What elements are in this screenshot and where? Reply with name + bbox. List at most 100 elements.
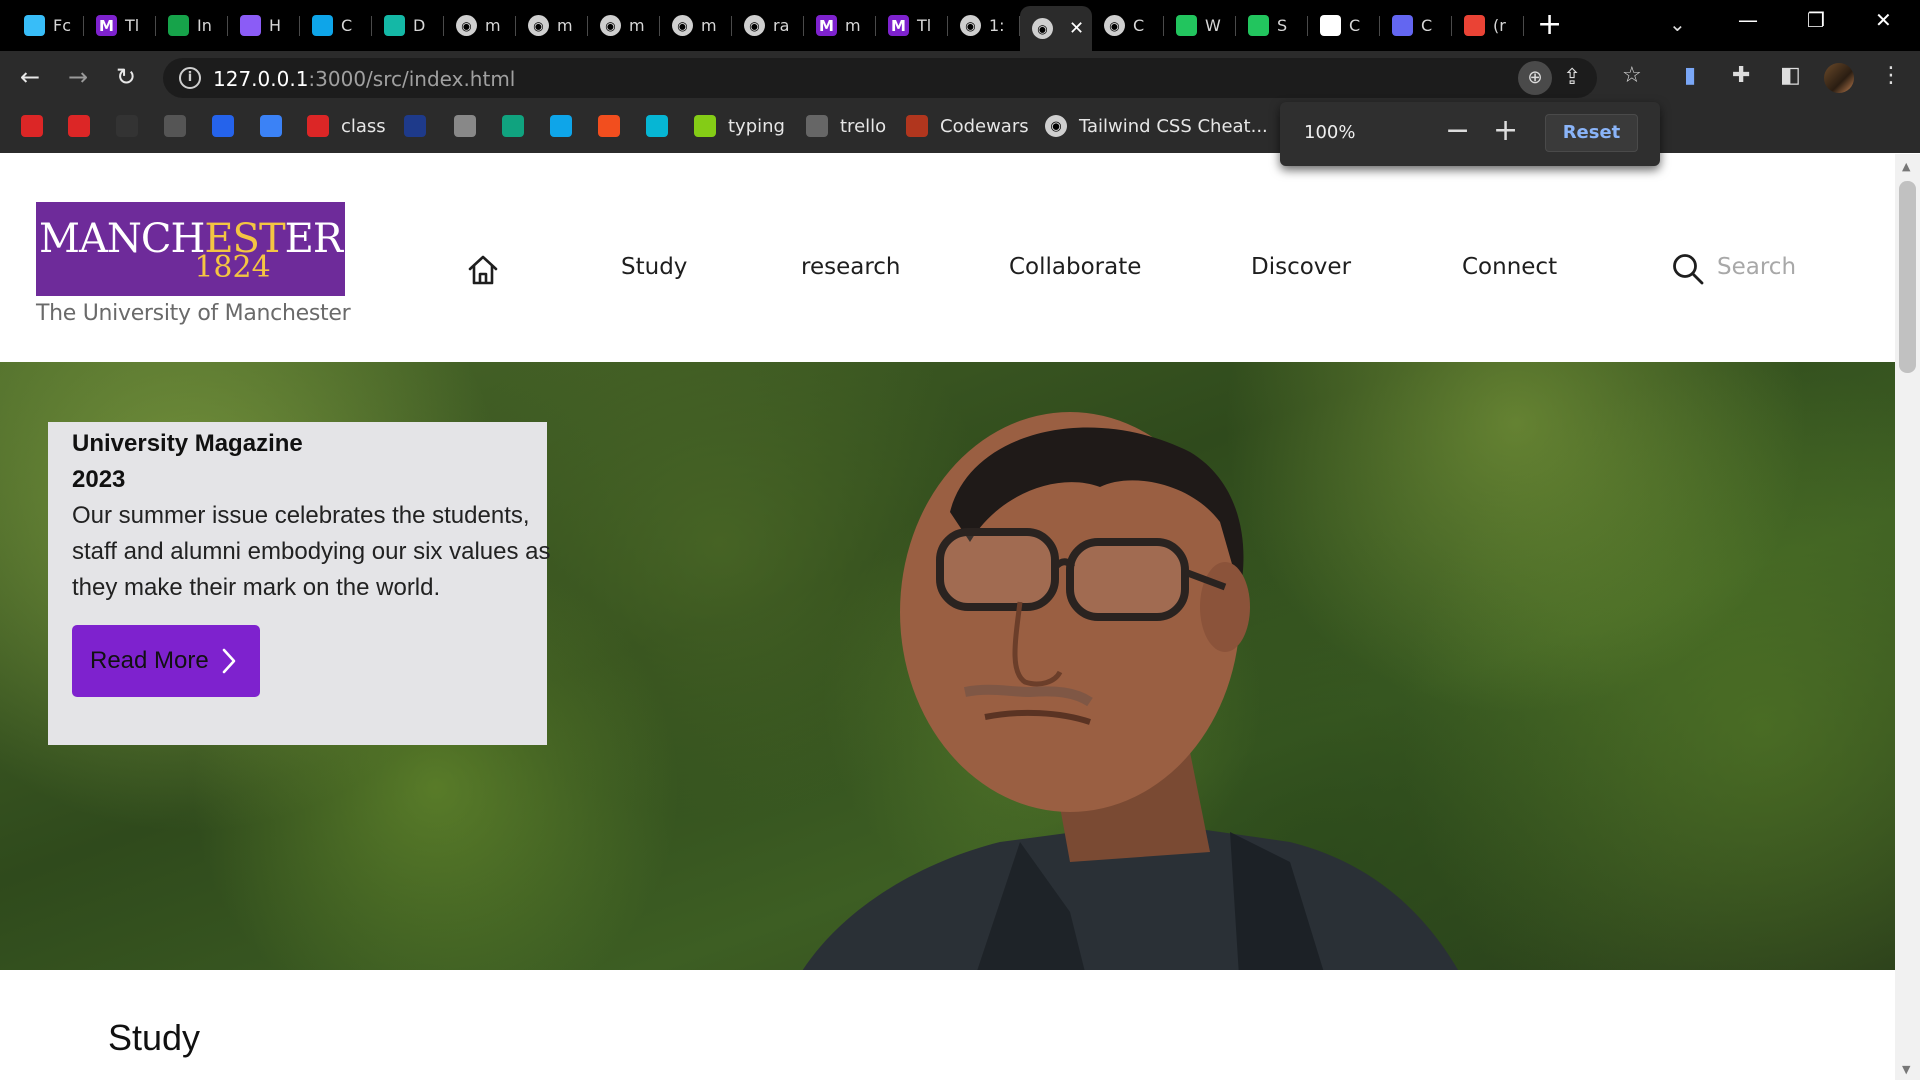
bookmark-item[interactable] <box>260 115 282 137</box>
browser-tab[interactable]: M Tl <box>84 6 156 45</box>
bookmark-item[interactable] <box>164 115 186 137</box>
tab-label: (r <box>1493 16 1506 35</box>
browser-tab[interactable]: M Tl <box>876 6 948 45</box>
typing-icon <box>694 115 716 137</box>
browser-tab[interactable]: ◉ C <box>1092 6 1164 45</box>
zoom-reset-button[interactable]: Reset <box>1545 114 1638 152</box>
bookmark-item[interactable] <box>116 115 138 137</box>
bookmark-item[interactable] <box>212 115 234 137</box>
extensions-puzzle-icon[interactable]: ✚ <box>1732 63 1750 88</box>
tab-label: C <box>1133 16 1145 35</box>
bookmark-label: class <box>341 115 386 137</box>
browser-tab[interactable]: ◉ m <box>444 6 516 45</box>
browser-tab[interactable]: ◉ m <box>516 6 588 45</box>
bookmark-item[interactable] <box>404 115 426 137</box>
bookmark-item[interactable]: typing <box>694 115 785 137</box>
browser-tab[interactable]: C <box>300 6 372 45</box>
browser-tab[interactable]: ◉ ✕ <box>1020 6 1092 51</box>
zoom-icon[interactable]: ⊕ <box>1518 61 1552 95</box>
bookmark-star-icon[interactable]: ☆ <box>1622 63 1642 88</box>
bookmark-item[interactable] <box>598 115 620 137</box>
forward-icon[interactable]: → <box>68 63 88 91</box>
figma-icon <box>598 115 620 137</box>
bookmark-item[interactable] <box>68 115 90 137</box>
home-icon[interactable] <box>466 253 500 287</box>
globe-icon: ◉ <box>528 15 549 36</box>
university-logo[interactable]: MANCHESTER 1824 The University of Manche… <box>36 202 351 326</box>
browser-tab[interactable]: Mm <box>804 6 876 45</box>
restore-icon[interactable]: ❐ <box>1807 8 1825 32</box>
read-more-button[interactable]: Read More <box>72 625 260 697</box>
scroll-up-arrow-icon[interactable]: ▲ <box>1902 160 1910 173</box>
bookmark-item[interactable] <box>454 115 476 137</box>
tab-label: W <box>1205 16 1221 35</box>
browser-tab[interactable]: H <box>228 6 300 45</box>
extension-docs-icon[interactable]: ▮ <box>1684 63 1696 88</box>
scrollbar-thumb[interactable] <box>1899 181 1916 373</box>
hero-portrait-image <box>802 412 1458 970</box>
m-icon: M <box>816 15 837 36</box>
browser-tab[interactable]: S <box>1236 6 1308 45</box>
browser-tab[interactable]: (r <box>1452 6 1524 45</box>
close-window-icon[interactable]: ✕ <box>1875 8 1892 32</box>
share-icon[interactable]: ⇪ <box>1563 65 1581 90</box>
tab-search-chevron-icon[interactable]: ⌄ <box>1669 12 1686 36</box>
profile-avatar[interactable] <box>1824 63 1854 93</box>
browser-tab[interactable]: ◉ 1: <box>948 6 1020 45</box>
bookmark-item[interactable] <box>502 115 524 137</box>
nav-collaborate[interactable]: Collaborate <box>1009 254 1141 280</box>
search-icon[interactable] <box>1671 252 1705 286</box>
pdf-icon <box>68 115 90 137</box>
chatgpt-icon <box>502 115 524 137</box>
scroll-down-arrow-icon[interactable]: ▼ <box>1902 1063 1910 1076</box>
globe-icon: ◉ <box>1104 15 1125 36</box>
bookmark-item[interactable] <box>21 115 43 137</box>
browser-tab[interactable]: ◉ ra <box>732 6 804 45</box>
bookmark-item[interactable]: trello <box>806 115 886 137</box>
browser-tab[interactable]: In <box>156 6 228 45</box>
minimize-icon[interactable]: — <box>1738 8 1758 32</box>
zoom-out-button[interactable]: − <box>1445 114 1470 148</box>
new-tab-button[interactable]: + <box>1537 10 1562 40</box>
tab-label: Tl <box>125 16 140 35</box>
reload-icon[interactable]: ↻ <box>116 63 136 91</box>
promo-description: Our summer issue celebrates the students… <box>72 502 551 601</box>
bookmark-item[interactable] <box>550 115 572 137</box>
tab-label: 1: <box>989 16 1005 35</box>
browser-tab[interactable]: ◉ m <box>588 6 660 45</box>
close-tab-icon[interactable]: ✕ <box>1069 18 1084 39</box>
nav-study[interactable]: Study <box>621 254 687 280</box>
page-scrollbar[interactable]: ▲ ▼ <box>1895 154 1920 1080</box>
menu-kebab-icon[interactable]: ⋮ <box>1880 63 1902 88</box>
logo-year: 1824 <box>194 250 271 285</box>
site-info-icon[interactable]: i <box>179 67 201 89</box>
globe-icon: ◉ <box>456 15 477 36</box>
tab-label: Tl <box>917 16 932 35</box>
page-viewport: MANCHESTER 1824 The University of Manche… <box>0 154 1895 1080</box>
bookmark-item[interactable]: ◉ Tailwind CSS Cheat... <box>1045 115 1268 137</box>
browser-tab[interactable]: C <box>1308 6 1380 45</box>
browser-tab[interactable]: W <box>1164 6 1236 45</box>
drive-icon <box>384 15 405 36</box>
url-text[interactable]: 127.0.0.1:3000/src/index.html <box>213 67 515 91</box>
browser-tab[interactable]: D <box>372 6 444 45</box>
browser-toolbar: ← → ↻ i 127.0.0.1:3000/src/index.html ⊕ … <box>0 51 1920 103</box>
trello-icon <box>806 115 828 137</box>
browser-tab[interactable]: C <box>1380 6 1452 45</box>
cloud-icon <box>454 115 476 137</box>
nav-connect[interactable]: Connect <box>1462 254 1557 280</box>
back-icon[interactable]: ← <box>20 63 40 91</box>
browser-tab[interactable]: ◉ m <box>660 6 732 45</box>
url-host: 127.0.0.1 <box>213 67 309 91</box>
side-panel-icon[interactable]: ◧ <box>1780 63 1801 88</box>
search-input[interactable]: Search <box>1717 254 1796 280</box>
globe-icon: ◉ <box>1045 115 1067 137</box>
nav-discover[interactable]: Discover <box>1251 254 1351 280</box>
bookmark-item[interactable]: Codewars <box>906 115 1029 137</box>
nav-research[interactable]: research <box>801 254 901 280</box>
bookmark-item[interactable]: class <box>307 115 386 137</box>
bookmark-item[interactable] <box>646 115 668 137</box>
address-bar[interactable]: i 127.0.0.1:3000/src/index.html ⊕ ⇪ <box>163 58 1597 98</box>
zoom-in-button[interactable]: + <box>1493 114 1518 148</box>
browser-tab[interactable]: Fc <box>12 6 84 45</box>
